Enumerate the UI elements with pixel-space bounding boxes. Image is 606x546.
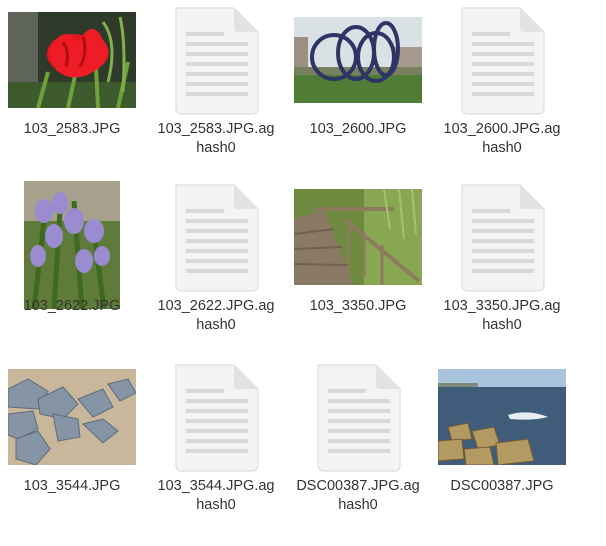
document-thumbnail [144,6,288,115]
file-item-dsc00387-agcache[interactable]: DSC00387.JPG.ag hash0 [286,363,430,533]
file-name: DSC00387.JPG.ag hash0 [296,478,420,513]
sculpture-photo-thumbnail [294,17,422,103]
file-name: 103_2583.JPG [23,121,121,137]
file-grid: 103_2583.JPG 103_2583.JPG.ag hash0 103_2… [0,0,606,546]
file-name: 103_3544.JPG [23,478,121,494]
file-item-103_2583-agcache[interactable]: 103_2583.JPG.ag hash0 [144,6,288,176]
file-item-103_2600-jpg[interactable]: 103_2600.JPG [286,6,430,176]
generic-document-icon [317,364,401,472]
image-thumbnail [286,6,430,114]
generic-document-icon [175,184,259,292]
file-item-103_3544-jpg[interactable]: 103_3544.JPG [0,363,144,533]
generic-document-icon [461,7,545,115]
image-thumbnail [286,183,430,291]
file-item-103_2600-agcache[interactable]: 103_2600.JPG.ag hash0 [430,6,574,176]
document-thumbnail [430,6,574,115]
tulip-photo-thumbnail [8,12,136,108]
generic-document-icon [461,184,545,292]
document-thumbnail [144,183,288,292]
image-thumbnail [0,6,144,114]
file-item-103_3350-agcache[interactable]: 103_3350.JPG.ag hash0 [430,183,574,353]
image-thumbnail [0,363,144,471]
generic-document-icon [175,364,259,472]
image-thumbnail [0,181,144,309]
file-item-dsc00387-jpg[interactable]: DSC00387.JPG [430,363,574,533]
file-name: 103_2600.JPG [309,121,407,137]
rocks-photo-thumbnail [8,369,136,465]
boardwalk-photo-thumbnail [294,189,422,285]
file-name: 103_2622.JPG [23,298,121,314]
file-name: DSC00387.JPG [450,478,554,494]
file-item-103_3350-jpg[interactable]: 103_3350.JPG [286,183,430,353]
bluebells-photo-thumbnail [24,181,120,309]
document-thumbnail [144,363,288,472]
document-thumbnail [430,183,574,292]
image-thumbnail [430,363,574,471]
generic-document-icon [175,7,259,115]
file-name: 103_2622.JPG.ag hash0 [157,298,275,333]
file-item-103_3544-agcache[interactable]: 103_3544.JPG.ag hash0 [144,363,288,533]
file-item-103_2622-jpg[interactable]: 103_2622.JPG [0,181,144,353]
file-name: 103_2600.JPG.ag hash0 [443,121,561,156]
document-thumbnail [286,363,430,472]
file-item-103_2583-jpg[interactable]: 103_2583.JPG [0,6,144,176]
seashore-photo-thumbnail [438,369,566,465]
file-name: 103_3350.JPG.ag hash0 [443,298,561,333]
file-name: 103_3350.JPG [309,298,407,314]
file-name: 103_2583.JPG.ag hash0 [157,121,275,156]
file-name: 103_3544.JPG.ag hash0 [157,478,275,513]
file-item-103_2622-agcache[interactable]: 103_2622.JPG.ag hash0 [144,183,288,353]
